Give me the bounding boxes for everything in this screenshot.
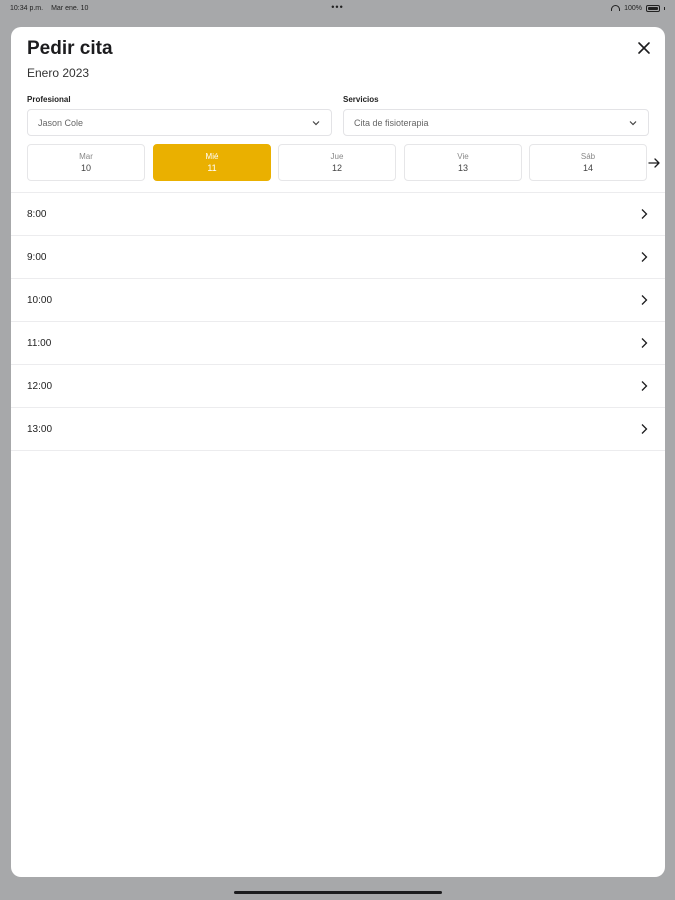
day-of-week: Vie — [457, 152, 469, 161]
day-number: 13 — [457, 163, 468, 173]
month-label: Enero 2023 — [27, 66, 90, 80]
time-slot[interactable]: 10:00 — [11, 279, 665, 322]
status-bar: 10:34 p.m. Mar ene. 10 ••• 100% — [0, 0, 675, 16]
chevron-right-icon — [641, 424, 648, 434]
time-slot-label: 12:00 — [27, 380, 53, 392]
day-number: 11 — [207, 163, 217, 173]
day-tab-2[interactable]: Jue 12 — [278, 144, 396, 181]
status-time: 10:34 p.m. — [10, 4, 44, 12]
chevron-right-icon — [641, 209, 648, 219]
services-label: Servicios — [343, 95, 379, 104]
time-slot[interactable]: 12:00 — [11, 365, 665, 408]
time-slot[interactable]: 11:00 — [11, 322, 665, 365]
chevron-right-icon — [641, 381, 648, 391]
day-tab-4[interactable]: Sáb 14 — [529, 144, 647, 181]
chevron-right-icon — [641, 338, 648, 348]
time-slot-label: 8:00 — [27, 208, 47, 220]
professional-select[interactable]: Jason Cole — [27, 109, 332, 136]
day-of-week: Mar — [79, 152, 93, 161]
time-slot-label: 10:00 — [27, 294, 53, 306]
page-title: Pedir cita — [27, 38, 113, 59]
wifi-icon — [611, 5, 621, 11]
time-slot[interactable]: 13:00 — [11, 408, 665, 451]
day-number: 10 — [80, 163, 91, 173]
battery-icon — [646, 4, 660, 12]
time-slot-list: 8:00 9:00 10:00 11:00 12:00 13:00 — [11, 193, 665, 451]
battery-percent: 100% — [624, 4, 642, 12]
day-tab-1[interactable]: Mié 11 — [153, 144, 271, 181]
time-slot-label: 13:00 — [27, 423, 53, 435]
professional-label: Profesional — [27, 95, 71, 104]
chevron-right-icon — [641, 295, 648, 305]
close-icon[interactable] — [637, 41, 651, 55]
day-of-week: Jue — [330, 152, 344, 161]
appointment-sheet: Pedir cita Enero 2023 Profesional Jason … — [11, 27, 665, 877]
multitasking-dots[interactable]: ••• — [331, 2, 343, 12]
services-select[interactable]: Cita de fisioterapia — [343, 109, 649, 136]
services-value: Cita de fisioterapia — [354, 117, 429, 128]
status-date: Mar ene. 10 — [51, 4, 89, 12]
time-slot[interactable]: 8:00 — [11, 193, 665, 236]
chevron-right-icon — [641, 252, 648, 262]
status-right: 100% — [611, 4, 665, 12]
battery-tip — [664, 6, 665, 10]
professional-value: Jason Cole — [38, 117, 84, 128]
day-of-week: Sáb — [580, 152, 596, 161]
status-left: 10:34 p.m. Mar ene. 10 — [10, 5, 88, 12]
time-slot-label: 9:00 — [27, 251, 47, 263]
day-tab-3[interactable]: Vie 13 — [404, 144, 522, 181]
time-slot-label: 11:00 — [27, 337, 52, 349]
chevron-down-icon — [312, 120, 320, 125]
time-slot[interactable]: 9:00 — [11, 236, 665, 279]
chevron-down-icon — [629, 120, 637, 125]
home-indicator[interactable] — [234, 891, 442, 894]
arrow-right-icon[interactable] — [647, 156, 661, 170]
day-tab-0[interactable]: Mar 10 — [27, 144, 145, 181]
day-picker: Mar 10 Mié 11 Jue 12 Vie 13 Sáb 14 — [27, 144, 649, 182]
day-number: 14 — [582, 163, 593, 173]
day-number: 12 — [331, 163, 342, 173]
day-of-week: Mié — [205, 152, 219, 161]
